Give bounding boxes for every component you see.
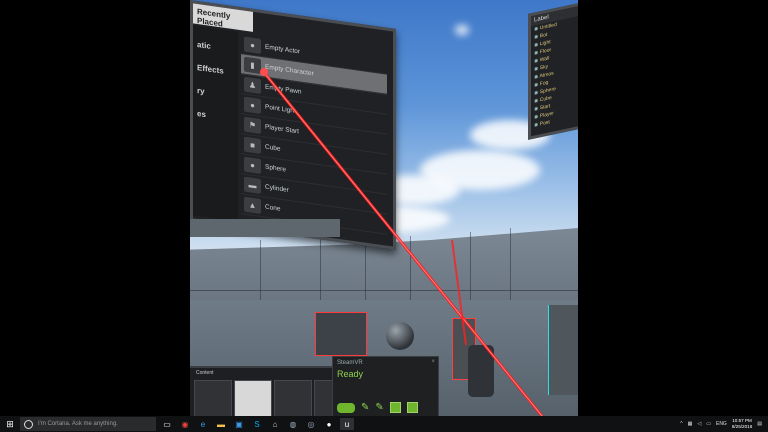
cortana-icon bbox=[24, 419, 33, 429]
clock-date: 8/25/2016 bbox=[731, 424, 753, 429]
close-icon[interactable]: × bbox=[431, 359, 435, 365]
windows-taskbar: ⊞ I'm Cortana. Ask me anything. ▭ ◉ e ▬ … bbox=[0, 416, 768, 432]
light-icon: ● bbox=[244, 96, 261, 114]
controller-icon[interactable]: ✎ bbox=[375, 402, 383, 413]
network-icon[interactable]: ▦ bbox=[688, 421, 693, 427]
skype-icon[interactable]: S bbox=[250, 418, 264, 430]
character-icon: ▮ bbox=[244, 56, 261, 74]
controller-icon[interactable]: ✎ bbox=[361, 402, 369, 413]
base-station-icon[interactable] bbox=[406, 402, 418, 413]
sphere-prop[interactable] bbox=[386, 322, 414, 350]
steamvr-icon[interactable]: ◎ bbox=[304, 418, 318, 430]
vr-viewport: Recently Placed atic Effects ry es ● Empt… bbox=[190, 0, 578, 416]
actor-icon: ● bbox=[244, 36, 261, 54]
steamvr-status: Ready bbox=[337, 369, 364, 379]
chevron-up-icon[interactable]: ^ bbox=[680, 421, 682, 427]
actor-list: ● Empty Actor ▮ Empty Character ♟ Empty Paw… bbox=[241, 34, 387, 241]
edge-icon[interactable]: e bbox=[196, 418, 210, 430]
world-outliner-panel: Label ◉ Untitled ◉ Bot ◉ Light ◉ Floor ◉ Wal… bbox=[528, 2, 578, 140]
language-indicator[interactable]: ENG bbox=[716, 421, 727, 427]
steamvr-status-panel: SteamVR × Ready ✎ ✎ bbox=[332, 356, 439, 416]
cone-icon: ▲ bbox=[244, 196, 261, 214]
content-thumb[interactable] bbox=[274, 380, 312, 416]
task-view-icon[interactable]: ▭ bbox=[160, 418, 174, 430]
actor-item-label: Point Light bbox=[265, 103, 296, 115]
chrome-icon[interactable]: ◉ bbox=[178, 418, 192, 430]
content-browser: Content bbox=[190, 366, 340, 416]
search-placeholder: I'm Cortana. Ask me anything. bbox=[38, 421, 118, 427]
volume-icon[interactable]: ◁ bbox=[697, 421, 701, 427]
steam-icon[interactable]: ◍ bbox=[286, 418, 300, 430]
content-thumb[interactable] bbox=[194, 380, 232, 416]
content-browser-header: Content bbox=[196, 370, 214, 376]
store-icon[interactable]: ▣ bbox=[232, 418, 246, 430]
actor-item-label: Empty Actor bbox=[265, 43, 301, 56]
unreal-icon[interactable]: ● bbox=[322, 418, 336, 430]
cortana-search-box[interactable]: I'm Cortana. Ask me anything. bbox=[20, 417, 156, 431]
category-list: atic Effects ry es bbox=[193, 25, 238, 222]
actor-item-label: Cone bbox=[265, 203, 281, 213]
category-volumes[interactable]: es bbox=[197, 109, 238, 124]
panel-handle-bar[interactable] bbox=[190, 219, 340, 237]
cube-icon: ■ bbox=[244, 136, 261, 154]
system-tray: ^ ▦ ◁ ▭ ENG 10:57 PM 8/25/2016 ▤ bbox=[680, 416, 762, 432]
actor-item-label: Cylinder bbox=[265, 183, 289, 194]
cylinder-icon: ▬ bbox=[244, 176, 261, 194]
base-station-icon[interactable] bbox=[389, 402, 401, 413]
clock[interactable]: 10:57 PM 8/25/2016 bbox=[732, 418, 752, 430]
block-prop[interactable] bbox=[548, 305, 578, 395]
steamvr-tools: ✎ ✎ bbox=[337, 402, 418, 413]
actor-item-label: Cube bbox=[265, 143, 281, 153]
place-actors-panel: Recently Placed atic Effects ry es ● Empt… bbox=[190, 0, 396, 250]
actor-item-label: Player Start bbox=[265, 123, 299, 136]
outliner-row-label: Post bbox=[539, 119, 550, 128]
category-basic[interactable]: atic bbox=[197, 40, 238, 55]
actor-item-label: Sphere bbox=[265, 163, 286, 174]
file-explorer-icon[interactable]: ▬ bbox=[214, 418, 228, 430]
action-center-icon[interactable]: ▤ bbox=[757, 421, 762, 427]
actor-item-label: Empty Character bbox=[265, 63, 314, 78]
unreal-editor-icon[interactable]: u bbox=[340, 418, 354, 430]
steamvr-title: SteamVR bbox=[337, 360, 363, 366]
bench-prop[interactable] bbox=[315, 312, 367, 356]
windows-start-icon[interactable]: ⊞ bbox=[0, 416, 20, 432]
pawn-icon: ♟ bbox=[244, 76, 261, 94]
notification-icon[interactable]: ▭ bbox=[706, 421, 711, 427]
category-visual-effects[interactable]: Effects bbox=[197, 63, 238, 78]
actor-item-label: Empty Pawn bbox=[265, 83, 302, 96]
controller-prop[interactable] bbox=[468, 345, 494, 397]
category-geometry[interactable]: ry bbox=[197, 86, 238, 101]
headset-icon[interactable] bbox=[337, 402, 355, 413]
sphere-icon: ● bbox=[244, 156, 261, 174]
hype-icon[interactable]: ⌂ bbox=[268, 418, 282, 430]
player-start-icon: ⚑ bbox=[244, 116, 261, 134]
content-thumb[interactable] bbox=[234, 380, 272, 416]
